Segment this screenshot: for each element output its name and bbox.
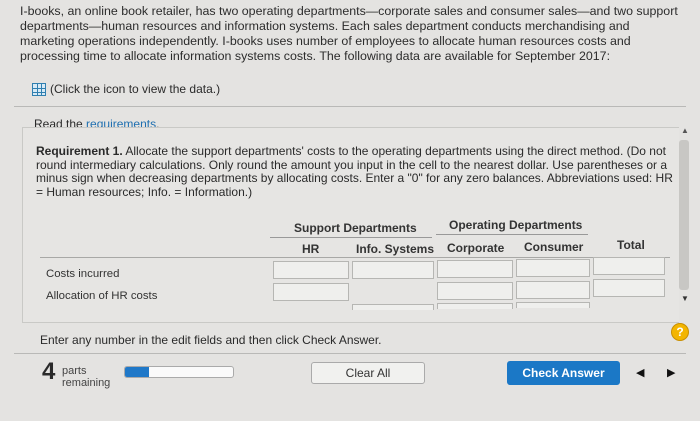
input-alloc-total[interactable] [593, 279, 665, 297]
col-hr: HR [302, 242, 320, 256]
support-header-underline [270, 237, 432, 238]
input-row3-info[interactable] [352, 304, 434, 310]
requirement-text: Requirement 1. Allocate the support depa… [36, 144, 676, 199]
help-icon[interactable]: ? [671, 323, 689, 341]
view-data-link[interactable]: (Click the icon to view the data.) [32, 82, 220, 96]
support-departments-header: Support Departments [294, 221, 417, 235]
footer-divider [14, 353, 686, 354]
input-alloc-hr[interactable] [273, 283, 349, 301]
section-divider [14, 106, 686, 107]
parts-remaining-count: 4 [42, 358, 56, 385]
scroll-down-icon[interactable]: ▼ [681, 294, 689, 303]
row-label-costs-incurred: Costs incurred [46, 268, 120, 280]
progress-fill [125, 367, 149, 377]
input-row3-corporate[interactable] [437, 303, 513, 309]
scroll-up-icon[interactable]: ▲ [681, 126, 689, 135]
problem-intro: I-books, an online book retailer, has tw… [20, 4, 678, 63]
operating-header-underline [436, 234, 588, 235]
triangle-right-icon[interactable]: ▶ [667, 366, 675, 379]
col-corporate: Corporate [447, 241, 505, 255]
input-costs-consumer[interactable] [516, 259, 590, 277]
input-alloc-corporate[interactable] [437, 282, 513, 300]
progress-bar [124, 366, 234, 378]
view-data-label[interactable]: (Click the icon to view the data.) [50, 82, 220, 96]
table-grid-icon[interactable] [32, 82, 46, 96]
operating-departments-header: Operating Departments [449, 218, 583, 232]
col-consumer: Consumer [524, 240, 584, 254]
input-costs-hr[interactable] [273, 261, 349, 279]
row-label-allocation-hr: Allocation of HR costs [46, 290, 158, 302]
requirement-heading: Requirement 1. [36, 144, 123, 158]
input-alloc-consumer[interactable] [516, 281, 590, 299]
col-info-systems: Info. Systems [356, 242, 435, 256]
instruction-text: Enter any number in the edit fields and … [40, 333, 382, 347]
input-costs-corporate[interactable] [437, 260, 513, 278]
input-costs-total[interactable] [593, 257, 665, 275]
requirement-body: Allocate the support departments' costs … [36, 144, 673, 199]
table-header-rule [40, 257, 670, 258]
triangle-left-icon[interactable]: ◀ [636, 366, 644, 379]
check-answer-button[interactable]: Check Answer [507, 361, 620, 385]
clear-all-button[interactable]: Clear All [311, 362, 425, 384]
col-total: Total [617, 238, 645, 252]
scrollbar-thumb[interactable] [679, 140, 689, 290]
input-costs-info[interactable] [352, 261, 434, 279]
input-row3-consumer[interactable] [516, 302, 590, 308]
parts-remaining-label: parts remaining [62, 365, 111, 389]
